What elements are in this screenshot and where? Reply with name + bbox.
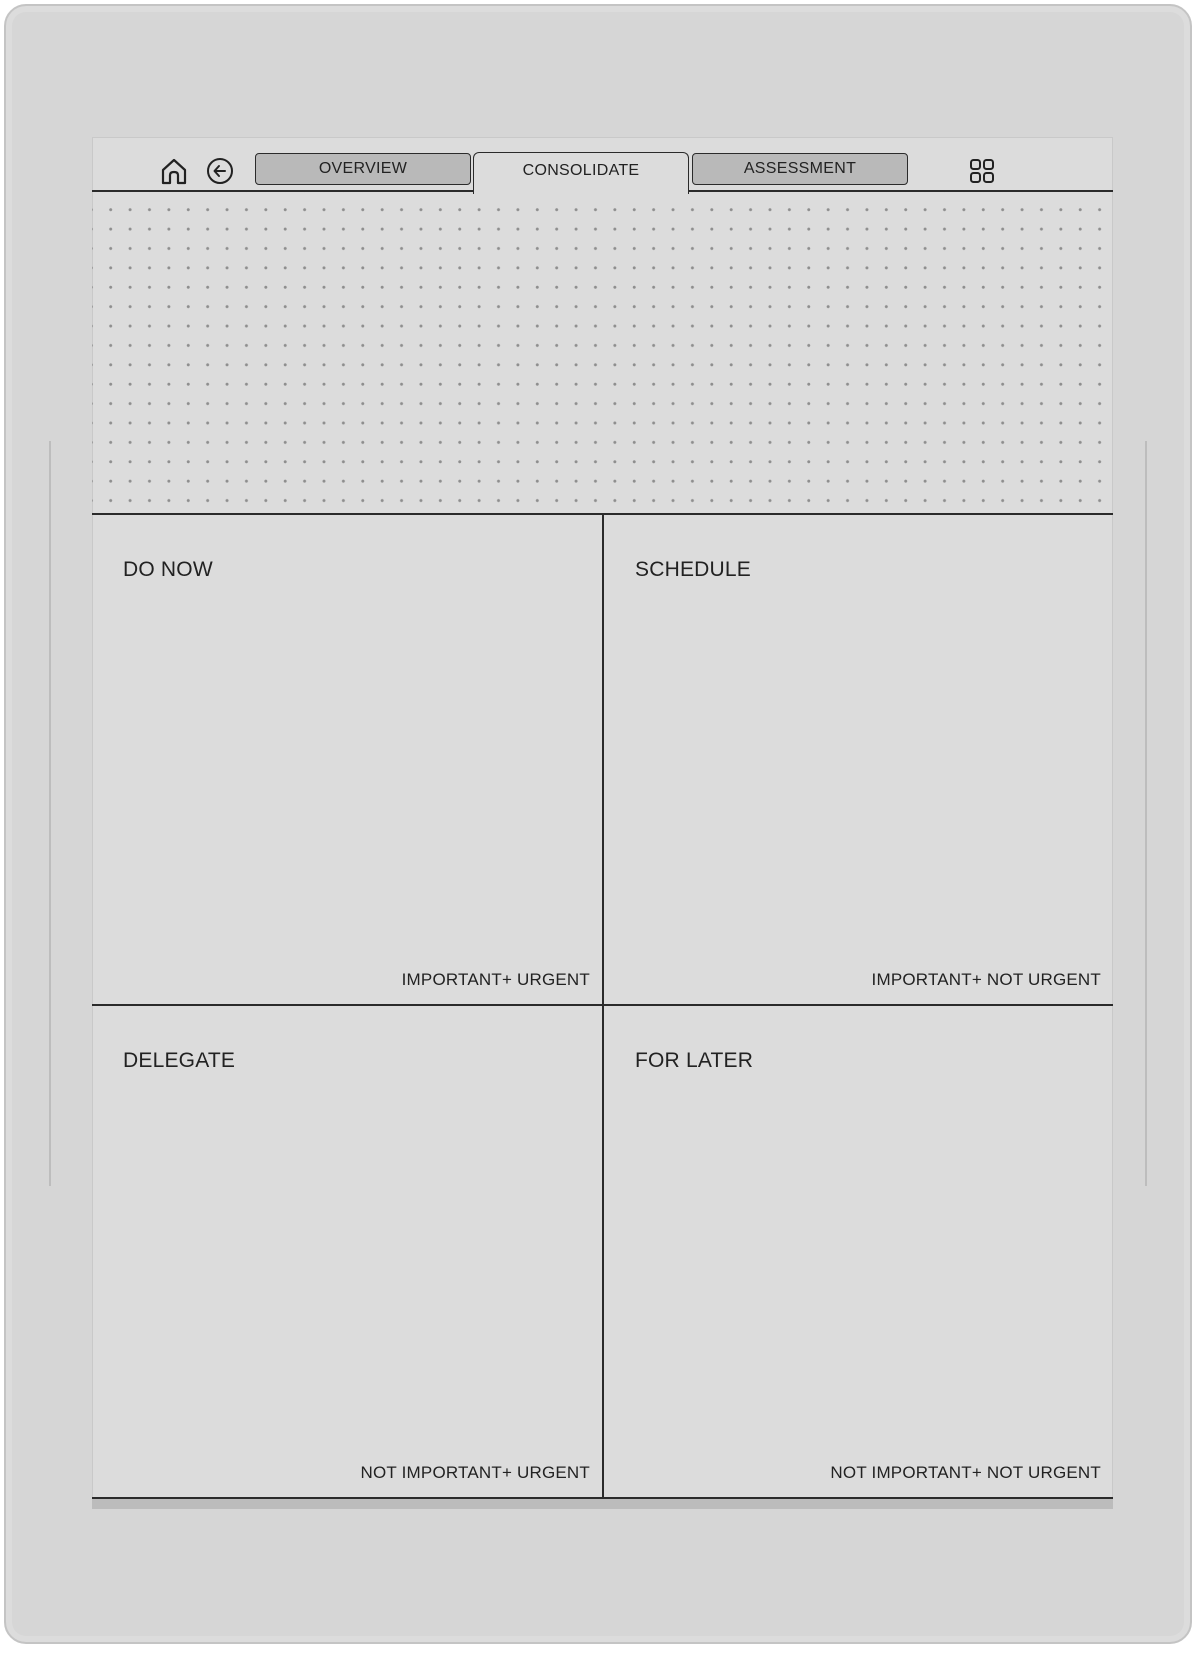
tab-assessment[interactable]: ASSESSMENT bbox=[692, 153, 908, 185]
quadrant-do-now[interactable]: DO NOW IMPORTANT+ URGENT bbox=[92, 515, 604, 1006]
quadrant-title: DELEGATE bbox=[123, 1049, 236, 1072]
tab-consolidate[interactable]: CONSOLIDATE bbox=[473, 152, 689, 194]
quadrant-schedule[interactable]: SCHEDULE IMPORTANT+ NOT URGENT bbox=[604, 515, 1113, 1006]
device-edge-line-left bbox=[49, 441, 51, 1186]
back-arrow-icon[interactable] bbox=[204, 155, 236, 187]
top-toolbar: OVERVIEW CONSOLIDATE ASSESSMENT bbox=[92, 137, 1113, 194]
quadrant-delegate[interactable]: DELEGATE NOT IMPORTANT+ URGENT bbox=[92, 1006, 604, 1497]
dot-grid-notes-area[interactable] bbox=[92, 192, 1113, 515]
tab-overview[interactable]: OVERVIEW bbox=[255, 153, 471, 185]
planner-page: OVERVIEW CONSOLIDATE ASSESSMENT DO NOW I… bbox=[92, 137, 1113, 1509]
quadrant-tag: NOT IMPORTANT+ NOT URGENT bbox=[830, 1463, 1101, 1482]
quadrant-title: DO NOW bbox=[123, 558, 213, 581]
page-bottom-bar bbox=[92, 1497, 1113, 1509]
quadrant-title: SCHEDULE bbox=[635, 558, 751, 581]
quadrant-tag: NOT IMPORTANT+ URGENT bbox=[360, 1463, 590, 1482]
tablet-device: OVERVIEW CONSOLIDATE ASSESSMENT DO NOW I… bbox=[4, 4, 1192, 1644]
grid-icon[interactable] bbox=[966, 155, 998, 187]
quadrant-for-later[interactable]: FOR LATER NOT IMPORTANT+ NOT URGENT bbox=[604, 1006, 1113, 1497]
priority-matrix: DO NOW IMPORTANT+ URGENT SCHEDULE IMPORT… bbox=[92, 515, 1113, 1497]
quadrant-tag: IMPORTANT+ NOT URGENT bbox=[871, 970, 1101, 989]
quadrant-tag: IMPORTANT+ URGENT bbox=[401, 970, 590, 989]
home-icon[interactable] bbox=[158, 155, 190, 187]
quadrant-title: FOR LATER bbox=[635, 1049, 754, 1072]
device-edge-line-right bbox=[1145, 441, 1147, 1186]
